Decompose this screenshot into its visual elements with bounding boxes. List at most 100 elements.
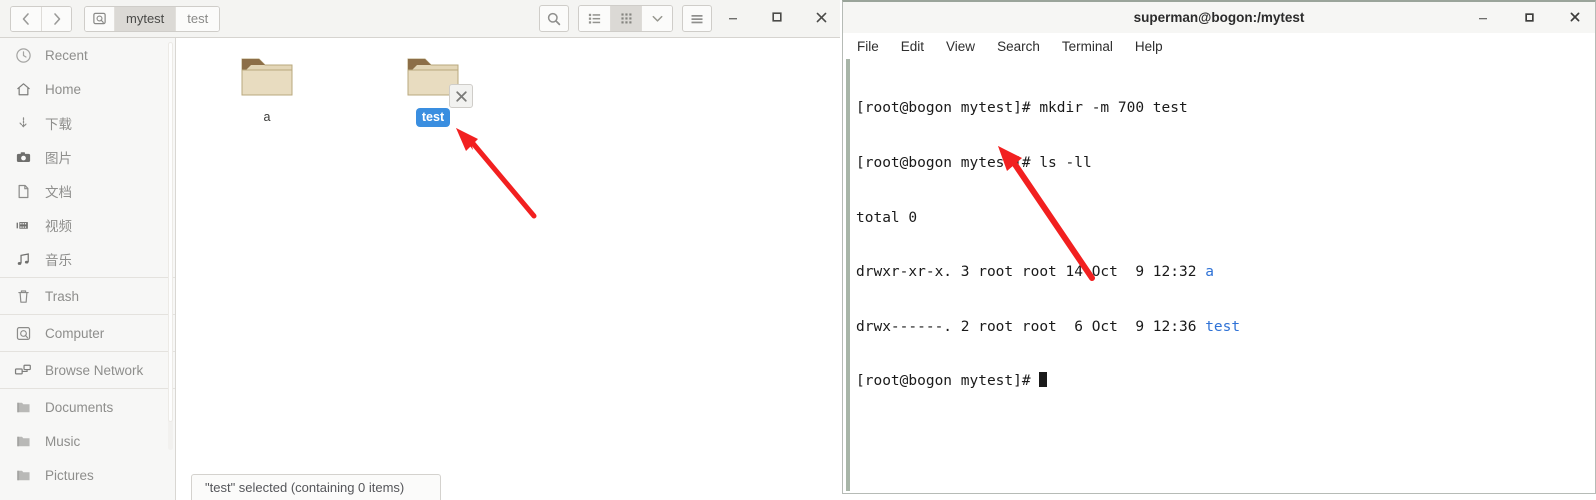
screen: mytest test Recent Home 下载 图片 文档 视频 音乐 T… (0, 0, 1596, 500)
menu-item-terminal[interactable]: Terminal (1062, 39, 1113, 54)
sidebar-item-label: Documents (45, 399, 114, 415)
terminal-dirname: test (1205, 318, 1241, 335)
home-icon (14, 81, 32, 98)
sidebar-item-label: Computer (45, 325, 105, 341)
sidebar-item-label: Browse Network (45, 362, 144, 378)
main-menu-button[interactable] (682, 5, 712, 32)
sidebar-divider (0, 351, 175, 352)
terminal-line-text: drwxr-xr-x. 3 root root 14 Oct 9 12:32 (856, 264, 1206, 281)
forward-button[interactable] (41, 6, 71, 31)
minimize-icon[interactable] (722, 5, 744, 29)
document-icon (14, 183, 32, 200)
folder-icon (405, 50, 473, 108)
sidebar-item-videos-cn[interactable]: 视频 (0, 208, 175, 242)
maximize-icon[interactable] (766, 5, 788, 29)
file-label: a (263, 110, 271, 124)
sidebar-scrollbar-thumb[interactable] (168, 42, 173, 422)
file-manager-window-controls (722, 5, 832, 29)
download-icon (14, 115, 32, 132)
sidebar-divider (0, 277, 175, 278)
terminal-cursor (1039, 372, 1048, 388)
sidebar-item-label: 图片 (45, 151, 72, 166)
sidebar-item-label: 视频 (45, 219, 72, 234)
close-icon[interactable] (810, 5, 832, 29)
terminal-titlebar: superman@bogon:/mytest (843, 2, 1595, 33)
computer-icon (14, 325, 32, 342)
terminal-prompt-text: [root@bogon mytest]# (856, 373, 1040, 390)
menu-item-view[interactable]: View (946, 39, 975, 54)
navigation-buttons (10, 5, 72, 32)
view-options-dropdown[interactable] (641, 6, 672, 31)
list-view-button[interactable] (579, 6, 610, 31)
sidebar-item-label: 音乐 (45, 253, 72, 268)
breadcrumb-computer-icon[interactable] (85, 6, 114, 31)
terminal-title-text: superman@bogon:/mytest (1133, 10, 1305, 25)
grid-view-button[interactable] (610, 6, 641, 31)
sidebar-item-documents[interactable]: Documents (0, 390, 175, 424)
terminal-screen[interactable]: [root@bogon mytest]# mkdir -m 700 test [… (846, 59, 1594, 491)
sidebar-item-label: Music (45, 433, 81, 449)
folder-icon (14, 467, 32, 484)
sidebar-divider (0, 388, 175, 389)
clock-icon (14, 47, 32, 64)
search-button[interactable] (539, 5, 569, 32)
folder-icon (14, 399, 32, 416)
file-list-view[interactable]: a test "test" selected (containing 0 ite… (177, 38, 840, 500)
sidebar: Recent Home 下载 图片 文档 视频 音乐 Trash Compute… (0, 38, 176, 500)
menu-item-file[interactable]: File (857, 39, 879, 54)
file-manager-body: Recent Home 下载 图片 文档 视频 音乐 Trash Compute… (0, 38, 840, 500)
sidebar-item-pictures[interactable]: Pictures (0, 458, 175, 492)
menu-item-search[interactable]: Search (997, 39, 1040, 54)
file-label: test (415, 108, 451, 127)
sidebar-item-computer[interactable]: Computer (0, 316, 175, 350)
breadcrumb: mytest test (84, 5, 221, 32)
trash-icon (14, 288, 32, 305)
maximize-icon[interactable] (1519, 6, 1539, 28)
sidebar-item-label: 下载 (45, 117, 72, 132)
view-mode-group (578, 5, 673, 32)
terminal-line: [root@bogon mytest]# ls -ll (856, 155, 1092, 172)
terminal-line: total 0 (856, 209, 918, 226)
file-manager-toolbar: mytest test (0, 0, 840, 38)
unreadable-x-icon (449, 84, 473, 108)
file-item-test[interactable]: test (391, 50, 475, 127)
sidebar-item-label: Pictures (45, 467, 94, 483)
sidebar-item-browse-network[interactable]: Browse Network (0, 353, 175, 387)
breadcrumb-item-mytest[interactable]: mytest (114, 6, 176, 31)
terminal-line: drwxr-xr-x. 3 root root 14 Oct 9 12:32 a (856, 263, 1594, 281)
camera-icon (14, 149, 32, 166)
sidebar-item-pictures-cn[interactable]: 图片 (0, 140, 175, 174)
sidebar-item-recent[interactable]: Recent (0, 38, 175, 72)
sidebar-item-label: Recent (45, 47, 88, 63)
music-icon (14, 251, 32, 268)
status-bar: "test" selected (containing 0 items) (191, 474, 441, 500)
network-icon (14, 362, 32, 379)
menu-item-edit[interactable]: Edit (901, 39, 924, 54)
terminal-line: [root@bogon mytest]# mkdir -m 700 test (856, 100, 1188, 117)
sidebar-item-label: Home (45, 81, 82, 97)
folder-icon (239, 50, 295, 100)
terminal-window: superman@bogon:/mytest File Edit View Se… (842, 0, 1596, 494)
terminal-line-text: drwx------. 2 root root 6 Oct 9 12:36 (856, 318, 1206, 335)
sidebar-item-home[interactable]: Home (0, 72, 175, 106)
terminal-prompt-line: [root@bogon mytest]# (856, 372, 1594, 390)
back-button[interactable] (11, 6, 41, 31)
terminal-window-controls (1473, 6, 1585, 28)
sidebar-item-downloads[interactable]: 下载 (0, 106, 175, 140)
sidebar-item-music[interactable]: Music (0, 424, 175, 458)
minimize-icon[interactable] (1473, 6, 1493, 28)
terminal-dirname: a (1205, 264, 1214, 281)
menu-item-help[interactable]: Help (1135, 39, 1163, 54)
sidebar-item-label: Trash (45, 288, 80, 304)
sidebar-item-music-cn[interactable]: 音乐 (0, 242, 175, 276)
terminal-line: drwx------. 2 root root 6 Oct 9 12:36 te… (856, 318, 1594, 336)
close-icon[interactable] (1565, 6, 1585, 28)
sidebar-divider (0, 314, 175, 315)
sidebar-item-trash[interactable]: Trash (0, 279, 175, 313)
sidebar-item-documents-cn[interactable]: 文档 (0, 174, 175, 208)
file-item-a[interactable]: a (225, 50, 309, 127)
terminal-menubar: File Edit View Search Terminal Help (843, 33, 1595, 59)
breadcrumb-item-test[interactable]: test (175, 6, 220, 31)
sidebar-scrollbar[interactable] (168, 42, 173, 450)
folder-icon (14, 433, 32, 450)
